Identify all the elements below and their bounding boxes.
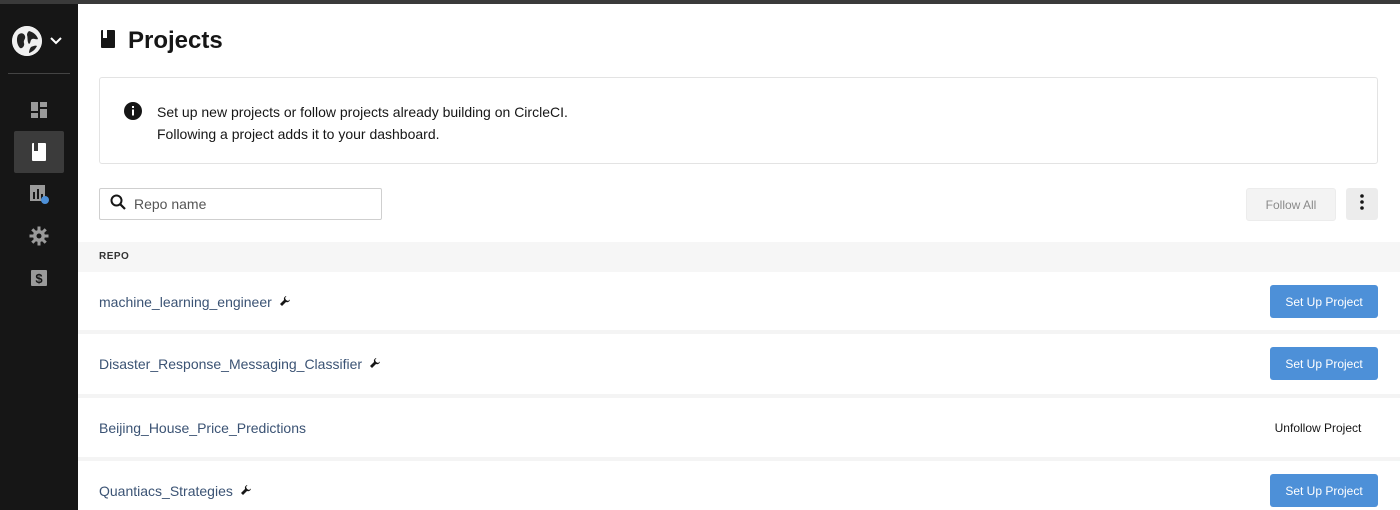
repo-name: Disaster_Response_Messaging_Classifier (99, 356, 363, 372)
svg-text:$: $ (35, 271, 43, 286)
sidebar-item-plan[interactable]: $ (14, 257, 64, 299)
table-row: machine_learning_engineer Set Up Project (78, 272, 1400, 332)
repo-name: Beijing_House_Price_Predictions (99, 420, 307, 436)
gear-icon (29, 226, 49, 246)
main-content: Projects Set up new projects or follow p… (78, 4, 1400, 510)
info-text: Set up new projects or follow projects a… (157, 101, 568, 145)
projects-book-icon (100, 29, 116, 54)
column-header-repo: REPO (99, 251, 130, 262)
sidebar-item-dashboard[interactable] (14, 89, 64, 131)
repo-name: Quantiacs_Strategies (99, 483, 233, 499)
search-input[interactable] (134, 196, 364, 212)
more-options-button[interactable] (1346, 188, 1378, 220)
sidebar: $ (0, 4, 78, 510)
table-row: Disaster_Response_Messaging_Classifier S… (78, 334, 1400, 394)
info-banner: Set up new projects or follow projects a… (99, 77, 1378, 164)
sidebar-item-settings[interactable] (14, 215, 64, 257)
dashboard-icon (30, 101, 48, 119)
table-header: REPO (78, 242, 1400, 272)
repo-link[interactable]: Quantiacs_Strategies (99, 483, 252, 499)
chevron-down-icon (50, 32, 62, 50)
repo-link[interactable]: machine_learning_engineer (99, 294, 291, 310)
kebab-menu-icon (1360, 193, 1364, 215)
page-title: Projects (128, 27, 223, 54)
info-line-2: Following a project adds it to your dash… (157, 126, 440, 142)
repo-search[interactable] (99, 188, 382, 220)
repo-link[interactable]: Beijing_House_Price_Predictions (99, 420, 306, 436)
set-up-project-button[interactable]: Set Up Project (1270, 285, 1378, 318)
unfollow-project-button[interactable]: Unfollow Project (1258, 411, 1378, 444)
wrench-icon (369, 356, 381, 372)
org-switcher[interactable] (12, 26, 68, 56)
info-line-1: Set up new projects or follow projects a… (157, 104, 568, 120)
set-up-project-button[interactable]: Set Up Project (1270, 474, 1378, 507)
table-row: Beijing_House_Price_Predictions Unfollow… (78, 398, 1400, 458)
sidebar-item-projects[interactable] (14, 131, 64, 173)
search-icon (110, 194, 126, 215)
follow-all-button[interactable]: Follow All (1246, 188, 1336, 221)
set-up-project-button[interactable]: Set Up Project (1270, 347, 1378, 380)
insights-icon (29, 184, 49, 204)
table-row: Quantiacs_Strategies Set Up Project (78, 461, 1400, 510)
sidebar-item-insights[interactable] (14, 173, 64, 215)
wrench-icon (279, 294, 291, 310)
sidebar-divider (8, 73, 70, 74)
info-icon (123, 101, 143, 126)
wrench-icon (240, 483, 252, 499)
page-header: Projects (100, 26, 223, 56)
repo-link[interactable]: Disaster_Response_Messaging_Classifier (99, 356, 381, 372)
projects-icon (31, 142, 47, 162)
org-avatar (12, 26, 42, 56)
dollar-icon: $ (30, 269, 48, 287)
repo-name: machine_learning_engineer (99, 294, 272, 310)
